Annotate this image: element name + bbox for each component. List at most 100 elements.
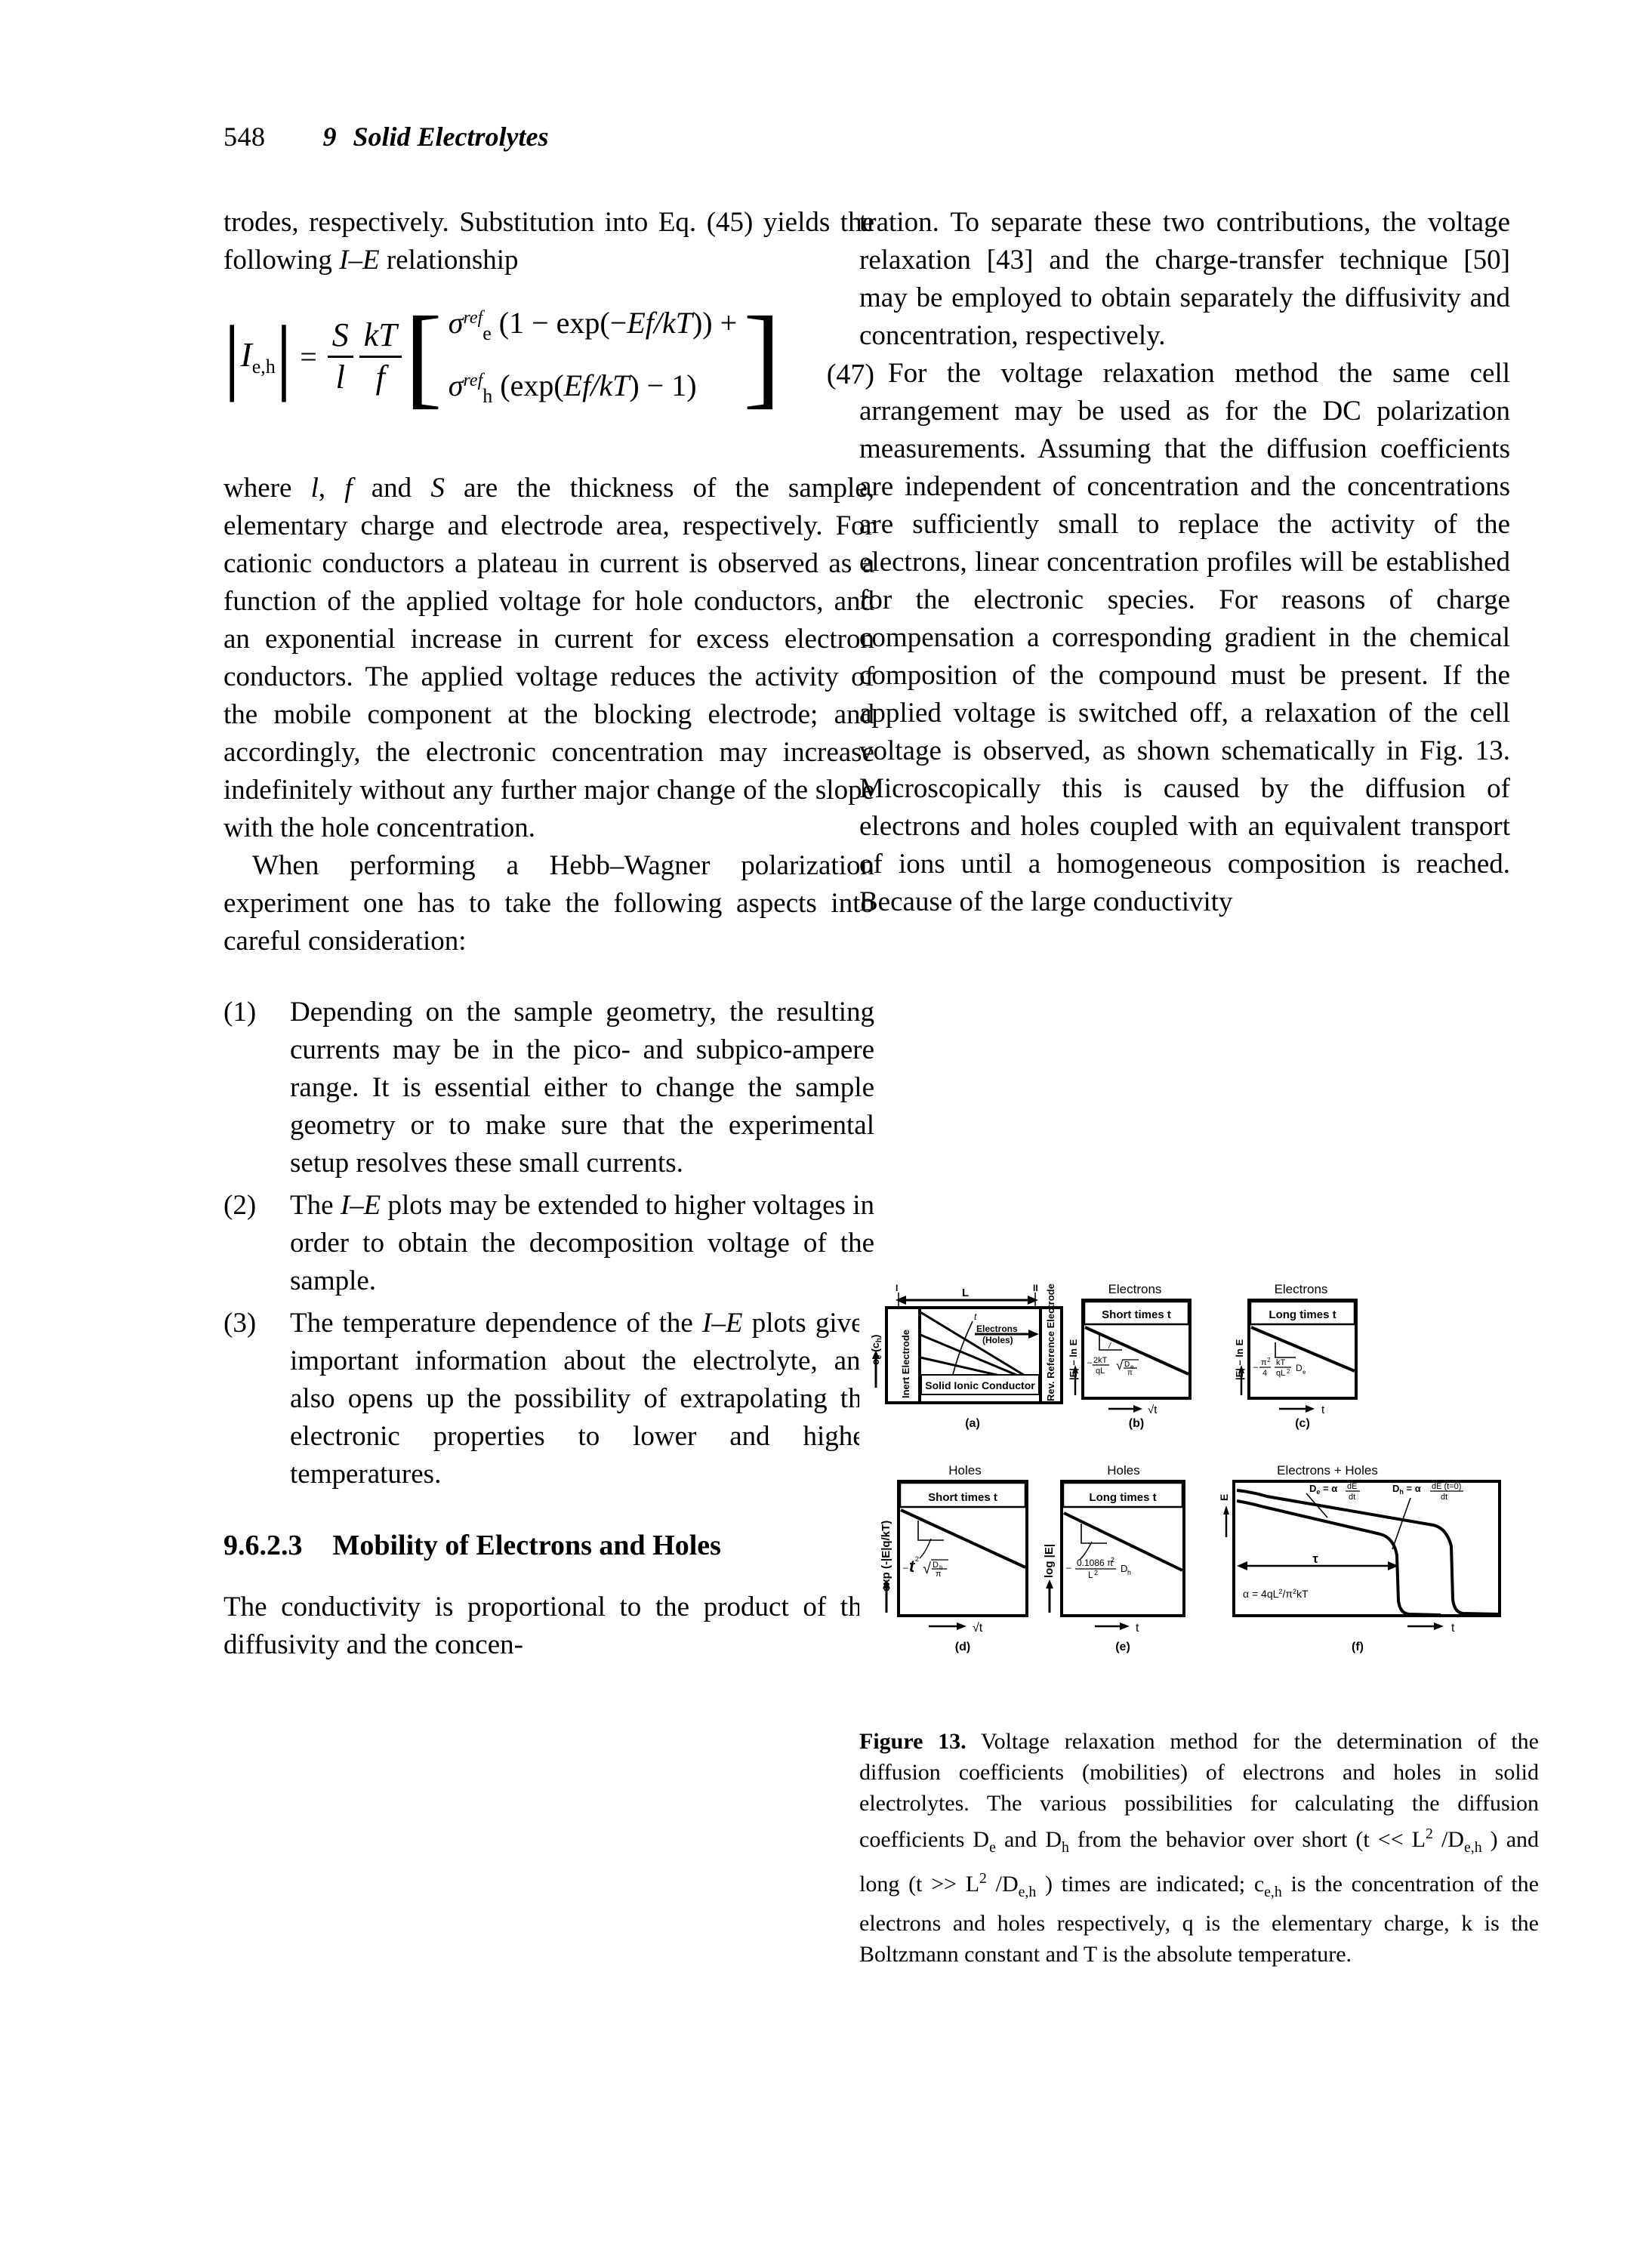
svg-text:dE: dE [1347,1482,1357,1491]
svg-text:L: L [1088,1570,1093,1580]
svg-text:2: 2 [1287,1368,1290,1375]
document-page: 548 9 Solid Electrolytes trodes, respectiv… [0,0,1637,2268]
svg-text:dE (t=0): dE (t=0) [1432,1482,1461,1491]
figure-caption-sub-eh-2: e,h [1018,1884,1037,1900]
fraction-S-over-l: S l [327,318,353,394]
figure-caption-label: Figure 13. [859,1729,966,1754]
svg-text:e: e [1303,1369,1306,1376]
equation-row-electrons: σrefe (1 − exp(−Ef/kT)) + [448,306,738,345]
figure-caption-text-7: ) times are indicated; c [1036,1872,1265,1897]
list-marker: (1) [224,997,257,1028]
panel-b-ylabel: |E| – ln E [1068,1339,1079,1380]
panel-a-material-label: Solid Ionic Conductor [925,1379,1035,1391]
consideration-list: (1) Depending on the sample geometry, th… [224,994,874,1493]
figure-13-graphic: ce (ch) I II L Inert [859,1274,1539,1705]
svg-text:2: 2 [1111,1556,1114,1564]
panel-c-title: Electrons [1275,1282,1328,1296]
figure-caption-sub-eh-3: e,h [1264,1884,1282,1900]
paragraph-where: where l, f and S are the thickness of th… [224,473,874,843]
svg-text:–: – [1087,1358,1093,1367]
panel-a-inert-electrode: Inert Electrode [900,1330,911,1398]
chapter-title: Solid Electrolytes [353,122,549,152]
paragraph-conductivity: The conductivity is proportional to the … [224,1592,874,1660]
svg-text:D: D [1124,1360,1130,1369]
left-column: trodes, respectively. Substitution into … [224,204,874,1664]
svg-text:√: √ [923,1561,931,1577]
panel-c-ylabel: |E| – ln E [1234,1339,1245,1380]
svg-text:√: √ [1116,1358,1124,1373]
panel-e-id: (e) [1115,1641,1130,1653]
panel-f-xlabel: t [1451,1622,1455,1635]
panel-a-flow-holes: (Holes) [982,1335,1013,1345]
panel-e-title: Holes [1107,1463,1139,1478]
figure-caption-sub-eh-1: e,h [1463,1839,1482,1856]
panel-f-ylabel: E [1218,1494,1230,1501]
panel-a-mark-I: I [896,1283,898,1293]
list-item-text: The temperature dependence of the I–E pl… [290,1308,874,1490]
panel-e-ylabel: log |E| [1043,1544,1056,1578]
equation-body: | Ie,h | = S l kT f [ σrefe (1 − exp(−Ef… [224,293,782,419]
svg-text:π: π [1127,1369,1133,1377]
panel-f-title: Electrons + Holes [1277,1463,1378,1478]
svg-text:2: 2 [915,1555,919,1563]
panel-d-title: Holes [948,1463,981,1478]
section-heading: 9.6.2.3 Mobility of Electrons and Holes [224,1528,874,1563]
figure-caption-text-6: /D [986,1872,1019,1897]
svg-text:D: D [933,1561,939,1570]
svg-text:π: π [936,1570,942,1579]
svg-text:–: – [1253,1363,1259,1372]
figure-caption-sub-h: h [1061,1839,1069,1856]
svg-text:De = α: De = α [1309,1483,1337,1496]
abs-bar-left: | [224,309,241,403]
panel-a-reference-electrode: Rev. Reference Electrode [1045,1283,1056,1401]
running-head: 548 9 Solid Electrolytes [224,121,1432,153]
panel-f-id: (f) [1352,1641,1364,1653]
figure-caption-sup-2a: 2 [1426,1826,1433,1842]
figure-caption-text-4: /D [1432,1827,1464,1852]
paragraph-hebb-wagner: When performing a Hebb–Wagner polarizati… [224,850,874,957]
section-title: Mobility of Electrons and Holes [332,1530,721,1561]
svg-text:2: 2 [1267,1357,1271,1364]
panel-a-mark-II: II [1033,1283,1038,1293]
list-item: (3) The temperature dependence of the I–… [224,1305,874,1493]
fraction-kT-over-f: kT f [359,318,402,394]
equals-sign: = [300,339,317,374]
panel-c-id: (c) [1295,1417,1310,1430]
figure-caption-sup-2b: 2 [979,1870,987,1887]
panel-b-box-label: Short times t [1102,1308,1171,1321]
svg-text:h: h [1127,1569,1131,1576]
svg-text:qL: qL [1096,1367,1105,1376]
chapter-number: 9 [322,122,337,152]
bracket-left: [ [404,293,442,419]
equation-row-holes: σrefh (exp(Ef/kT) − 1) [448,368,697,408]
panel-b-title: Electrons [1108,1282,1162,1296]
panel-a-id: (a) [965,1417,980,1430]
figure-caption-sub-e: e [989,1839,996,1856]
svg-text:2: 2 [1094,1569,1098,1576]
list-item: (2) The I–E plots may be extended to hig… [224,1187,874,1300]
svg-text:0.1086 π: 0.1086 π [1077,1558,1113,1568]
panel-f-alpha: α = 4qL2/π2kT [1243,1588,1309,1600]
figure-caption-text-2: and D [995,1827,1062,1852]
equation-47: | Ie,h | = S l kT f [ σrefe (1 − exp(−Ef… [224,293,874,447]
panel-c-box-label: Long times t [1269,1308,1336,1321]
list-item: (1) Depending on the sample geometry, th… [224,994,874,1182]
panel-d-id: (d) [955,1641,970,1653]
panel-d-xlabel: √t [973,1622,983,1635]
svg-text:dt: dt [1441,1493,1447,1502]
panel-a-flow-electrons: Electrons [976,1324,1018,1334]
svg-text:2kT: 2kT [1093,1356,1108,1365]
svg-text:4: 4 [1262,1369,1267,1378]
equation-lhs: Ie,h [240,335,276,378]
equation-rows: σrefe (1 − exp(−Ef/kT)) + σrefh (exp(Ef/… [442,305,743,408]
paragraph-tration: tration. To separate these two contribut… [859,207,1510,351]
list-item-text: The I–E plots may be extended to higher … [290,1190,874,1296]
paragraph-trodes: trodes, respectively. Substitution into … [224,207,874,276]
svg-text:D: D [1121,1563,1127,1574]
list-marker: (3) [224,1308,257,1339]
panel-b-xlabel: √t [1148,1404,1158,1416]
list-marker: (2) [224,1190,257,1221]
figure-caption: Figure 13. Voltage relaxation method for… [859,1726,1539,1970]
bracket-right: ] [743,293,782,419]
paragraph-voltage-relaxation: For the voltage relaxation method the sa… [859,358,1510,917]
